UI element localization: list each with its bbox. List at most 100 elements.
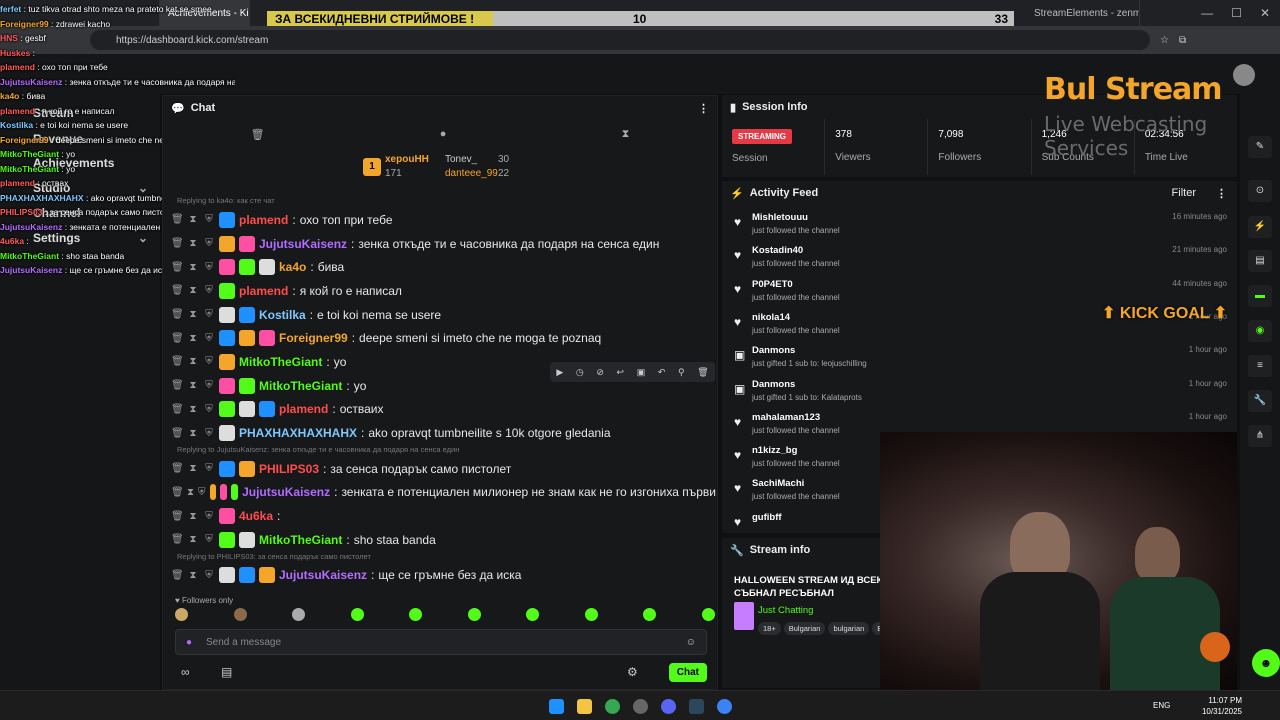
- shield-icon[interactable]: ⛨: [203, 428, 215, 439]
- chat-message[interactable]: 🗑 ⧗ ⛨ 4u6ka:: [171, 504, 716, 528]
- layers-icon[interactable]: ≡: [1248, 355, 1272, 377]
- hourglass-icon[interactable]: ⧗: [187, 285, 199, 296]
- target-icon[interactable]: ⊙: [1248, 180, 1272, 202]
- trash-icon[interactable]: 🗑: [171, 262, 184, 273]
- trash-icon[interactable]: 🗑: [171, 333, 184, 344]
- hourglass-icon[interactable]: ⧗: [187, 534, 199, 545]
- chat-username[interactable]: MitkoTheGiant: [259, 533, 342, 547]
- extensions-icon[interactable]: ⧉: [1179, 35, 1186, 46]
- chat-message[interactable]: 🗑 ⧗ ⛨ PHILIPS03: за сенса подарък само писто…: [171, 457, 716, 481]
- shield-icon[interactable]: ⛨: [203, 214, 215, 225]
- chat-message[interactable]: 🗑 ⧗ ⛨ MitkoTheGiant: sho staa banda: [171, 528, 716, 552]
- trash-icon[interactable]: 🗑: [171, 463, 184, 474]
- activity-item[interactable]: ♥ Mishletouuu just followed the channel 16 …: [722, 208, 1237, 241]
- chat-send-button[interactable]: Chat: [668, 663, 707, 682]
- hourglass-icon[interactable]: ⧗: [187, 404, 199, 415]
- trash-icon[interactable]: 🗑: [251, 128, 265, 141]
- edit-icon[interactable]: ✎: [1248, 136, 1272, 158]
- hourglass-icon[interactable]: ⧗: [187, 262, 199, 273]
- chat-message[interactable]: 🗑 ⧗ ⛨ plamend: остваих: [171, 398, 716, 422]
- chat-username[interactable]: PHILIPS03: [259, 462, 319, 476]
- trash-icon[interactable]: 🗑: [171, 534, 184, 545]
- emote-icon[interactable]: [467, 608, 481, 621]
- chat-username[interactable]: MitkoTheGiant: [239, 355, 322, 369]
- language-indicator[interactable]: ENG: [1153, 701, 1170, 710]
- chrome-icon[interactable]: [605, 699, 620, 714]
- document-icon[interactable]: ▤: [1248, 250, 1272, 272]
- activity-item[interactable]: ▣ Danmons just gifted 1 sub to: Kalataprot…: [722, 375, 1237, 408]
- hourglass-icon[interactable]: ⧗: [187, 333, 199, 344]
- filter-button[interactable]: Filter: [1172, 187, 1196, 199]
- trash-icon[interactable]: 🗑: [171, 356, 184, 367]
- chat-message[interactable]: 🗑 ⧗ ⛨ Foreigner99: deepe smeni si imeto che …: [171, 326, 716, 350]
- clock-icon[interactable]: ◷: [576, 367, 584, 378]
- emote-icon[interactable]: [643, 608, 657, 621]
- hourglass-icon[interactable]: ⧗: [187, 238, 199, 249]
- shield-icon[interactable]: ⛨: [203, 570, 215, 581]
- chat-input[interactable]: ● Send a message ☺: [175, 629, 707, 655]
- emote-icon[interactable]: [350, 608, 364, 621]
- more-icon[interactable]: ⋮: [1216, 187, 1227, 200]
- category-label[interactable]: Just Chatting: [758, 605, 813, 616]
- windows-start-icon[interactable]: [549, 699, 564, 714]
- hourglass-icon[interactable]: ⧗: [187, 214, 199, 225]
- chat-message[interactable]: 🗑 ⧗ ⛨ plamend: охо топ при тебе: [171, 208, 716, 232]
- chat-username[interactable]: 4u6ka: [239, 509, 273, 523]
- shield-icon[interactable]: ⛨: [203, 309, 215, 320]
- chat-username[interactable]: JujutsuKaisenz: [259, 237, 347, 251]
- chat-username[interactable]: plamend: [279, 402, 328, 416]
- hourglass-icon[interactable]: ⧗: [622, 128, 630, 141]
- trash-icon[interactable]: 🗑: [171, 380, 184, 391]
- chat-message[interactable]: 🗑 ⧗ ⛨ Kostilka: e toi koi nema se usere: [171, 303, 716, 327]
- chat-username[interactable]: Kostilka: [259, 308, 306, 322]
- share-icon[interactable]: ⋔: [1248, 425, 1272, 447]
- avatar[interactable]: [1233, 64, 1255, 86]
- hourglass-icon[interactable]: ⧗: [187, 487, 194, 498]
- mute-icon[interactable]: ⊘: [596, 367, 604, 378]
- app-icon[interactable]: [717, 699, 732, 714]
- chat-username[interactable]: JujutsuKaisenz: [242, 485, 330, 499]
- delete-icon[interactable]: 🗑: [697, 367, 708, 378]
- trash-icon[interactable]: 🗑: [171, 309, 184, 320]
- browser-tab-streamelements[interactable]: StreamElements - zenm: [1020, 0, 1140, 26]
- chat-username[interactable]: plamend: [239, 284, 288, 298]
- trash-icon[interactable]: 🗑: [171, 570, 184, 581]
- stream-tag[interactable]: 18+: [758, 622, 781, 635]
- clock[interactable]: 11:07 PM 10/31/2025: [1202, 695, 1242, 717]
- trash-icon[interactable]: 🗑: [171, 404, 184, 415]
- mic-icon[interactable]: ●: [186, 637, 192, 648]
- trash-icon[interactable]: 🗑: [171, 214, 184, 225]
- chat-message[interactable]: 🗑 ⧗ ⛨ plamend: я кой го е написал: [171, 279, 716, 303]
- shield-icon[interactable]: ⛨: [203, 534, 215, 545]
- trash-icon[interactable]: 🗑: [171, 285, 184, 296]
- more-icon[interactable]: ⋮: [698, 102, 709, 115]
- trash-icon[interactable]: 🗑: [171, 428, 184, 439]
- url-field[interactable]: https://dashboard.kick.com/stream: [90, 30, 1150, 50]
- copy-icon[interactable]: ▣: [637, 367, 646, 378]
- emote-icon[interactable]: [175, 608, 188, 621]
- message-icon[interactable]: ●: [440, 128, 447, 140]
- hourglass-icon[interactable]: ⧗: [187, 356, 199, 367]
- chat-username[interactable]: plamend: [239, 213, 288, 227]
- trash-icon[interactable]: 🗑: [171, 238, 184, 249]
- emote-icon[interactable]: [409, 608, 423, 621]
- file-explorer-icon[interactable]: [577, 699, 592, 714]
- maximize-icon[interactable]: ☐: [1231, 6, 1242, 20]
- stream-tag[interactable]: Bulgarian: [783, 622, 826, 635]
- shield-icon[interactable]: ⛨: [203, 262, 215, 273]
- support-chat-icon[interactable]: ☻: [1252, 649, 1280, 677]
- chat-message[interactable]: 🗑 ⧗ ⛨ JujutsuKaisenz: ще се гръмне без да ис…: [171, 564, 716, 588]
- undo-icon[interactable]: ↶: [658, 367, 666, 378]
- chat-username[interactable]: PHAXHAXHAXHAHX: [239, 426, 357, 440]
- reply-icon[interactable]: ↩: [617, 367, 625, 378]
- shield-icon[interactable]: ⛨: [203, 285, 215, 296]
- store-icon[interactable]: ▤: [221, 665, 232, 679]
- play-icon[interactable]: ▶: [556, 367, 563, 378]
- pin-icon[interactable]: ⚲: [678, 367, 685, 378]
- chat-username[interactable]: ka4o: [279, 260, 306, 274]
- shield-icon[interactable]: ⛨: [203, 356, 215, 367]
- obs-icon[interactable]: [633, 699, 648, 714]
- shield-icon[interactable]: ⛨: [203, 333, 215, 344]
- shield-icon[interactable]: ⛨: [203, 404, 215, 415]
- infinity-icon[interactable]: ∞: [181, 665, 190, 679]
